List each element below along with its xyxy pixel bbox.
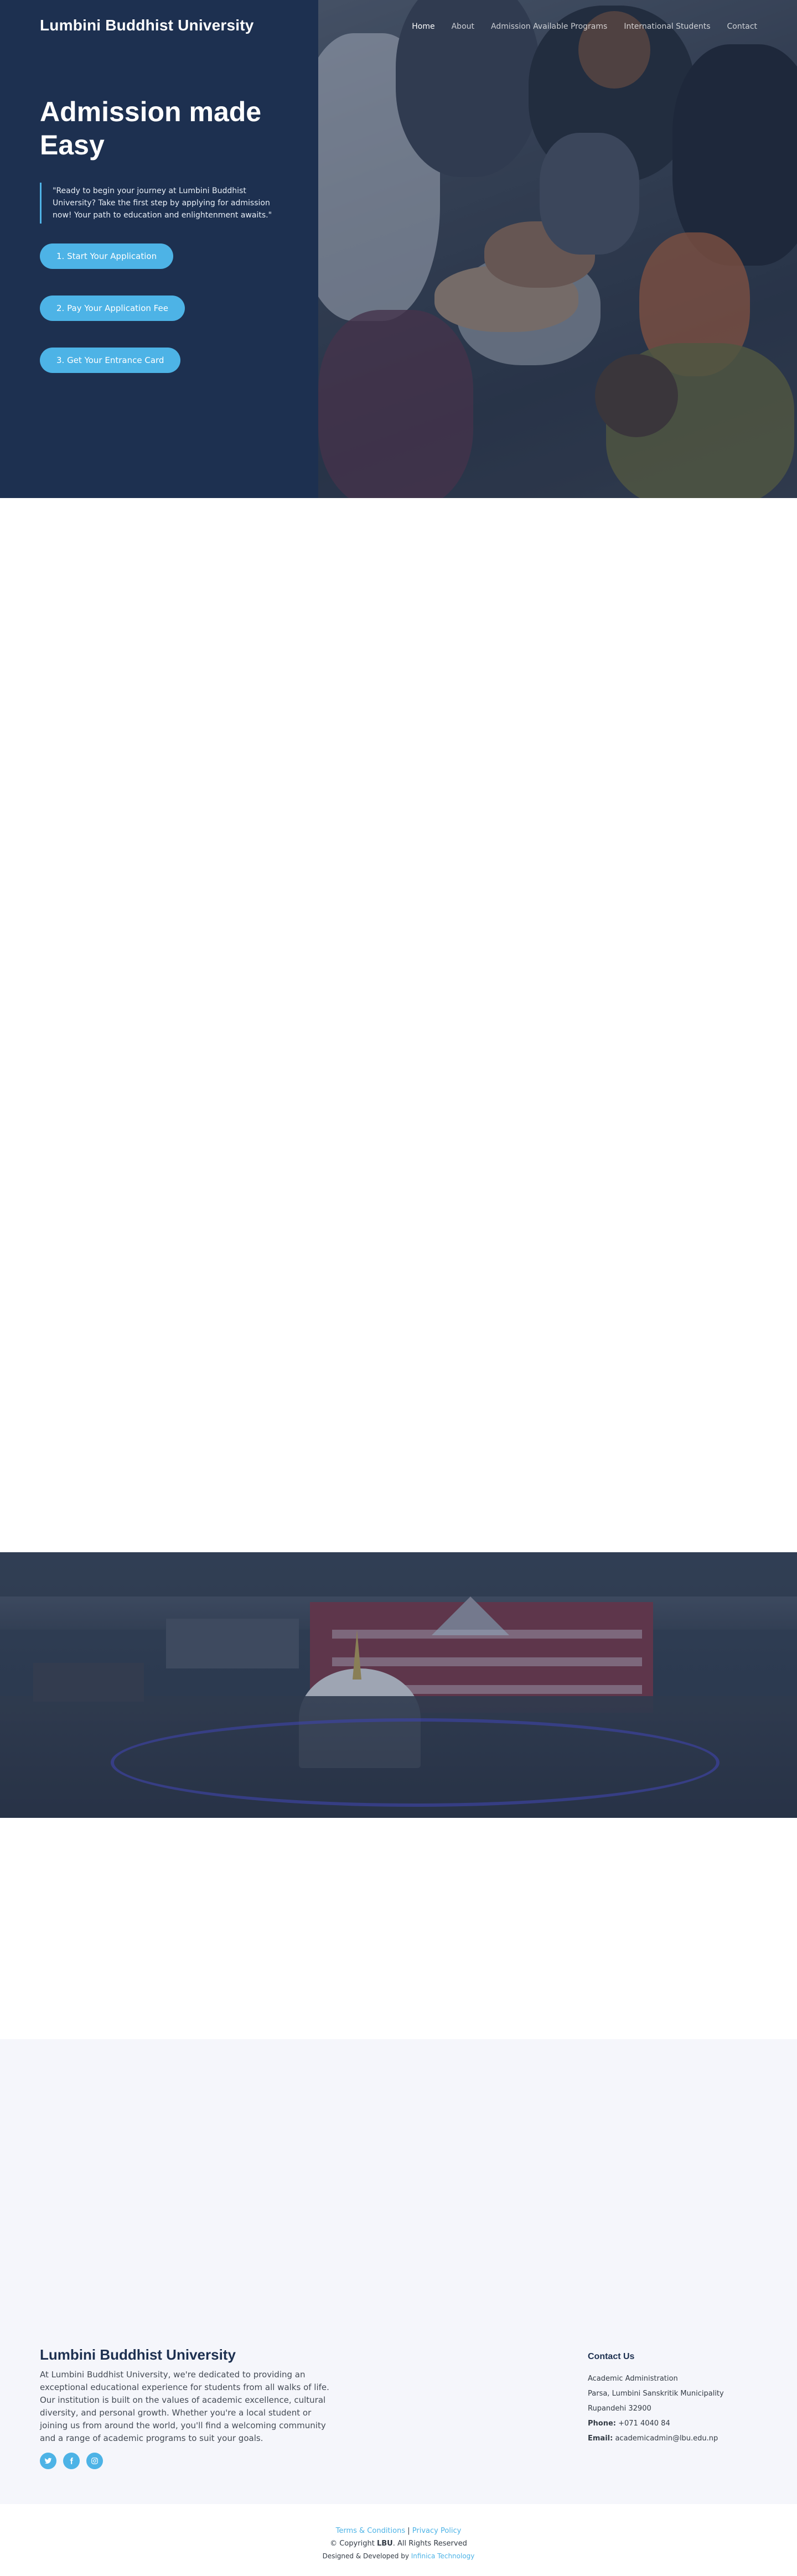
site-logo[interactable]: Lumbini Buddhist University xyxy=(40,17,254,34)
hero-title: Admission made Easy xyxy=(40,96,262,160)
copyright-pre: © Copyright xyxy=(330,2539,375,2548)
campus-photo-band xyxy=(0,1552,797,1818)
copyright-brand: LBU xyxy=(376,2539,393,2548)
legal-links: Terms & Conditions | Privacy Policy xyxy=(0,2527,797,2535)
nav-contact[interactable]: Contact xyxy=(727,22,757,31)
nav-home[interactable]: Home xyxy=(412,22,434,31)
terms-link[interactable]: Terms & Conditions xyxy=(336,2527,406,2535)
get-entrance-card-button[interactable]: 3. Get Your Entrance Card xyxy=(40,348,181,373)
contact-line-address: Parsa, Lumbini Sanskritik Municipality xyxy=(588,2390,724,2398)
legal-separator: | xyxy=(407,2527,410,2535)
site-header: Lumbini Buddhist University Home About A… xyxy=(0,0,797,55)
facebook-icon[interactable] xyxy=(63,2453,80,2469)
pay-application-fee-button[interactable]: 2. Pay Your Application Fee xyxy=(40,296,185,321)
designed-by-label: Designed & Developed by xyxy=(322,2552,409,2560)
instagram-icon[interactable] xyxy=(86,2453,103,2469)
footer-description: At Lumbini Buddhist University, we're de… xyxy=(40,2370,329,2443)
social-links xyxy=(40,2453,103,2469)
hero-quote: "Ready to begin your journey at Lumbini … xyxy=(40,183,272,224)
contact-details: Academic Administration Parsa, Lumbini S… xyxy=(588,2371,765,2446)
phone-value[interactable]: +071 4040 84 xyxy=(618,2419,670,2428)
nav-admission-programs[interactable]: Admission Available Programs xyxy=(491,22,607,31)
email-value[interactable]: academicadmin@lbu.edu.np xyxy=(615,2434,718,2443)
contact-line-district: Rupandehi 32900 xyxy=(588,2404,651,2413)
developer-link[interactable]: Infinica Technology xyxy=(411,2552,475,2560)
start-application-button[interactable]: 1. Start Your Application xyxy=(40,243,174,269)
twitter-icon[interactable] xyxy=(40,2453,56,2469)
contact-phone: Phone: +071 4040 84 xyxy=(588,2416,765,2431)
designed-by: Designed & Developed by Infinica Technol… xyxy=(0,2552,797,2560)
contact-line-department: Academic Administration xyxy=(588,2375,678,2383)
privacy-link[interactable]: Privacy Policy xyxy=(412,2527,462,2535)
phone-label: Phone: xyxy=(588,2419,616,2428)
nav-international-students[interactable]: International Students xyxy=(624,22,710,31)
footer-title: Lumbini Buddhist University xyxy=(40,2346,236,2363)
copyright: © Copyright LBU. All Rights Reserved xyxy=(0,2539,797,2548)
contact-heading: Contact Us xyxy=(588,2352,635,2361)
hero-section: Lumbini Buddhist University Home About A… xyxy=(0,0,797,498)
contact-email: Email: academicadmin@lbu.edu.np xyxy=(588,2431,765,2446)
copyright-post: . All Rights Reserved xyxy=(392,2539,467,2548)
email-label: Email: xyxy=(588,2434,613,2443)
main-nav: Home About Admission Available Programs … xyxy=(412,22,757,31)
hero-photo-team-hands xyxy=(318,0,797,498)
nav-about[interactable]: About xyxy=(452,22,474,31)
